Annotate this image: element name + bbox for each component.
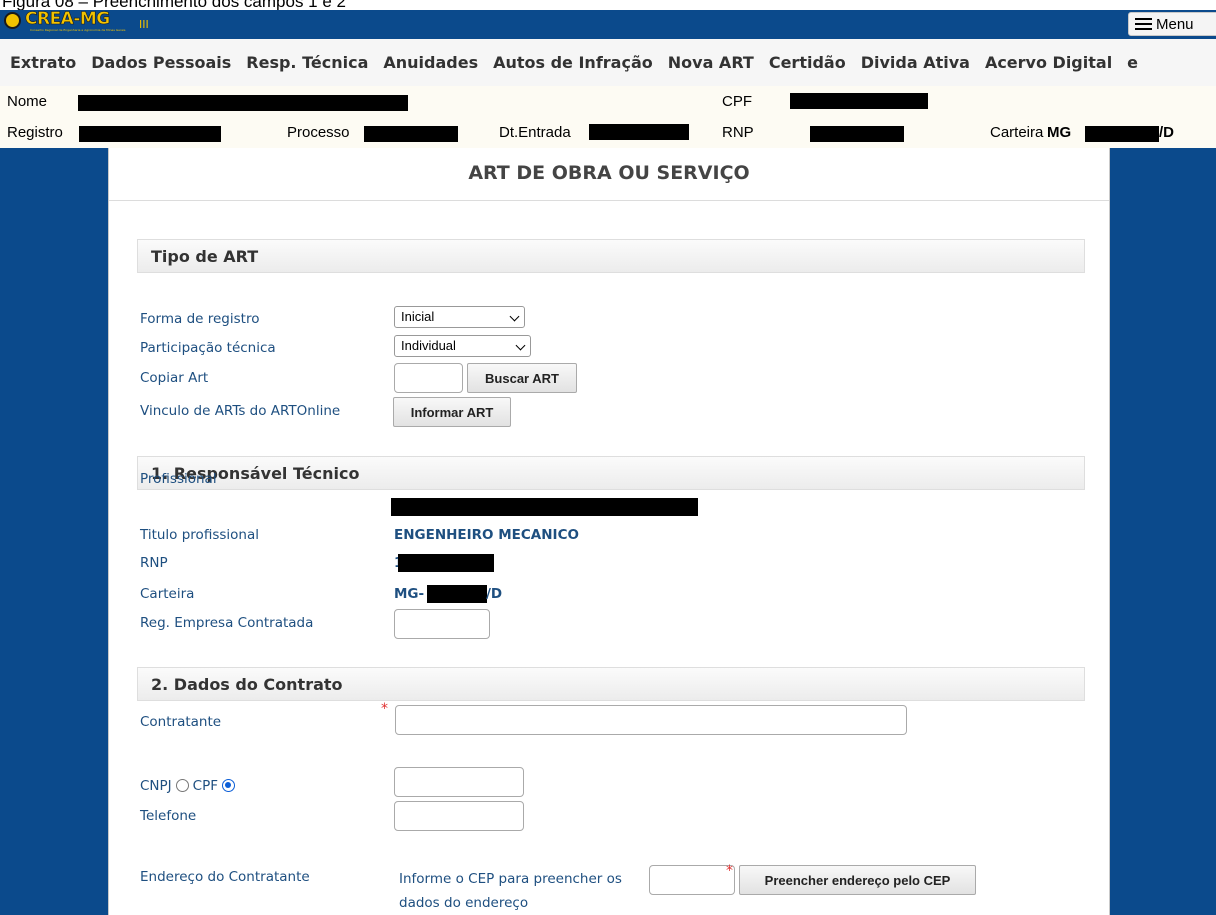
hamburger-icon <box>1135 18 1152 30</box>
cep-hint-line1: Informe o CEP para preencher os <box>399 871 622 887</box>
forma-registro-select[interactable]: Inicial <box>394 306 525 328</box>
nav-dados-pessoais[interactable]: Dados Pessoais <box>91 53 231 72</box>
right-gutter <box>1110 148 1216 915</box>
carteira-suffix: /D <box>1159 124 1174 141</box>
cep-input[interactable] <box>649 865 735 895</box>
redacted-carteira-value <box>427 585 487 603</box>
logo-mark: III <box>139 18 149 31</box>
rnp-label: RNP <box>722 124 754 141</box>
titulo-value: ENGENHEIRO MECANICO <box>394 527 579 543</box>
cep-hint-line2: dados do endereço <box>399 895 529 911</box>
logo-subtitle: Conselho Regional de Engenharia e Agrono… <box>30 28 126 32</box>
nav-autos-infracao[interactable]: Autos de Infração <box>493 53 653 72</box>
contratante-label: Contratante <box>140 714 222 730</box>
main-nav: Extrato Dados Pessoais Resp. Técnica Anu… <box>0 39 1216 86</box>
copiar-art-label: Copiar Art <box>140 370 209 386</box>
nav-more[interactable]: e <box>1127 53 1138 72</box>
rnp-label: RNP <box>140 555 168 571</box>
telefone-input[interactable] <box>394 801 524 831</box>
cep-required-marker: * <box>726 863 733 879</box>
reg-empresa-label: Reg. Empresa Contratada <box>140 615 314 631</box>
carteira-label: Carteira <box>140 586 195 602</box>
registro-label: Registro <box>7 124 63 141</box>
carteira-prefix: MG <box>1047 124 1072 141</box>
redacted-carteira <box>1085 126 1159 142</box>
endereco-label: Endereço do Contratante <box>140 869 310 885</box>
cnpj-label: CNPJ <box>140 778 172 794</box>
carteira-label: Carteira <box>990 124 1044 141</box>
section-responsavel-tecnico: 1. Responsável Técnico <box>137 456 1085 490</box>
redacted-nome <box>78 95 408 111</box>
crea-logo[interactable]: CREA-MG Conselho Regional de Engenharia … <box>4 9 125 39</box>
required-marker: * <box>381 701 388 717</box>
vinculo-label: Vinculo de ARTs do ARTOnline <box>140 403 341 419</box>
buscar-art-button[interactable]: Buscar ART <box>467 363 577 393</box>
logo-text: CREA-MG <box>25 9 111 29</box>
cnpj-radio[interactable] <box>175 779 189 792</box>
title-divider <box>109 200 1109 201</box>
section-tipo-art: Tipo de ART <box>137 239 1085 273</box>
nav-divida-ativa[interactable]: Divida Ativa <box>861 53 970 72</box>
forma-registro-value: Inicial <box>401 309 435 324</box>
nome-label: Nome <box>7 93 48 110</box>
nav-certidao[interactable]: Certidão <box>769 53 846 72</box>
redacted-registro <box>79 126 221 142</box>
preencher-endereco-button[interactable]: Preencher endereço pelo CEP <box>739 865 976 895</box>
copiar-art-input[interactable] <box>394 363 463 393</box>
contratante-input[interactable] <box>395 705 907 735</box>
titulo-label: Titulo profissional <box>140 527 259 543</box>
doc-type-radio-group: CNPJ CPF <box>140 778 239 794</box>
redacted-rnp <box>810 126 904 142</box>
menu-label: Menu <box>1156 15 1194 33</box>
top-bar <box>0 10 1216 39</box>
carteira-value-prefix: MG- <box>394 586 425 602</box>
participacao-label: Participação técnica <box>140 340 276 356</box>
telefone-label: Telefone <box>140 808 197 824</box>
informar-art-button[interactable]: Informar ART <box>393 397 511 427</box>
section-dados-contrato: 2. Dados do Contrato <box>137 667 1085 701</box>
nav-resp-tecnica[interactable]: Resp. Técnica <box>246 53 368 72</box>
participacao-select[interactable]: Individual <box>394 335 531 357</box>
redacted-rnp-value <box>398 554 494 572</box>
participacao-value: Individual <box>401 338 456 353</box>
art-form-panel: ART DE OBRA OU SERVIÇO Tipo de ART Forma… <box>108 148 1110 915</box>
profissional-label: Profissional <box>140 471 217 487</box>
crea-seal-icon <box>4 12 21 29</box>
forma-registro-label: Forma de registro <box>140 311 260 327</box>
cpf-cnpj-input[interactable] <box>394 767 524 797</box>
cpf-radio[interactable] <box>222 779 235 792</box>
left-gutter <box>0 148 108 915</box>
menu-button[interactable]: Menu <box>1128 12 1216 36</box>
reg-empresa-input[interactable] <box>394 609 490 639</box>
cpf-label: CPF <box>192 778 218 794</box>
redacted-processo <box>364 126 458 142</box>
nav-extrato[interactable]: Extrato <box>10 53 76 72</box>
redacted-cpf <box>790 93 928 109</box>
dt-entrada-label: Dt.Entrada <box>499 124 571 141</box>
page-title: ART DE OBRA OU SERVIÇO <box>468 162 750 184</box>
chevron-down-icon <box>509 311 520 322</box>
cpf-label: CPF <box>722 93 752 110</box>
nav-anuidades[interactable]: Anuidades <box>383 53 478 72</box>
chevron-down-icon <box>515 340 526 351</box>
processo-label: Processo <box>287 124 350 141</box>
redacted-profissional <box>391 498 698 516</box>
nav-nova-art[interactable]: Nova ART <box>668 53 754 72</box>
user-info-bar: Nome CPF Registro Processo Dt.Entrada RN… <box>0 86 1216 148</box>
redacted-dt-entrada <box>589 124 689 140</box>
nav-acervo-digital[interactable]: Acervo Digital <box>985 53 1112 72</box>
carteira-value-suffix: /D <box>486 586 503 602</box>
